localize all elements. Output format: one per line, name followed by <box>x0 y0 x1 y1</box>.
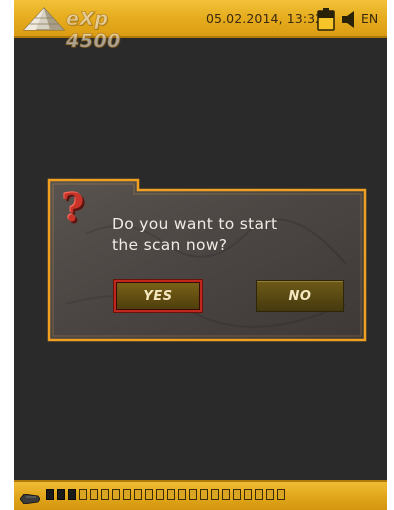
probe-icon <box>19 489 41 505</box>
signal-segment <box>101 489 109 500</box>
status-bar: eXp 4500 05.02.2014, 13:32 EN <box>14 0 387 53</box>
dialog-message: Do you want to start the scan now? <box>112 215 278 254</box>
signal-meter <box>46 489 285 500</box>
question-mark-icon: ? <box>62 185 85 230</box>
signal-segment <box>134 489 142 500</box>
signal-segment <box>266 489 274 500</box>
battery-icon <box>317 8 335 31</box>
scan-confirm-dialog: ? Do you want to start the scan now? YES… <box>46 174 368 344</box>
bottom-status-bar <box>14 480 387 510</box>
signal-segment <box>156 489 164 500</box>
signal-segment <box>123 489 131 500</box>
signal-segment <box>46 489 54 500</box>
signal-segment <box>57 489 65 500</box>
yes-button[interactable]: YES <box>114 280 202 312</box>
signal-segment <box>211 489 219 500</box>
signal-segment <box>178 489 186 500</box>
signal-segment <box>277 489 285 500</box>
signal-segment <box>233 489 241 500</box>
device-screen: eXp 4500 05.02.2014, 13:32 EN ? Do you w… <box>14 0 387 510</box>
signal-segment <box>79 489 87 500</box>
speaker-icon[interactable] <box>340 10 358 29</box>
dialog-frame <box>47 178 367 342</box>
signal-segment <box>90 489 98 500</box>
signal-segment <box>244 489 252 500</box>
brand-logo: eXp 4500 <box>20 4 160 53</box>
no-button[interactable]: NO <box>256 280 344 312</box>
language-indicator[interactable]: EN <box>361 11 378 26</box>
logo-text: eXp 4500 <box>66 8 121 53</box>
signal-segment <box>167 489 175 500</box>
signal-segment <box>189 489 197 500</box>
signal-segment <box>68 489 76 500</box>
signal-segment <box>112 489 120 500</box>
signal-segment <box>145 489 153 500</box>
datetime: 05.02.2014, 13:32 <box>206 11 324 26</box>
signal-segment <box>200 489 208 500</box>
signal-segment <box>255 489 263 500</box>
signal-segment <box>222 489 230 500</box>
